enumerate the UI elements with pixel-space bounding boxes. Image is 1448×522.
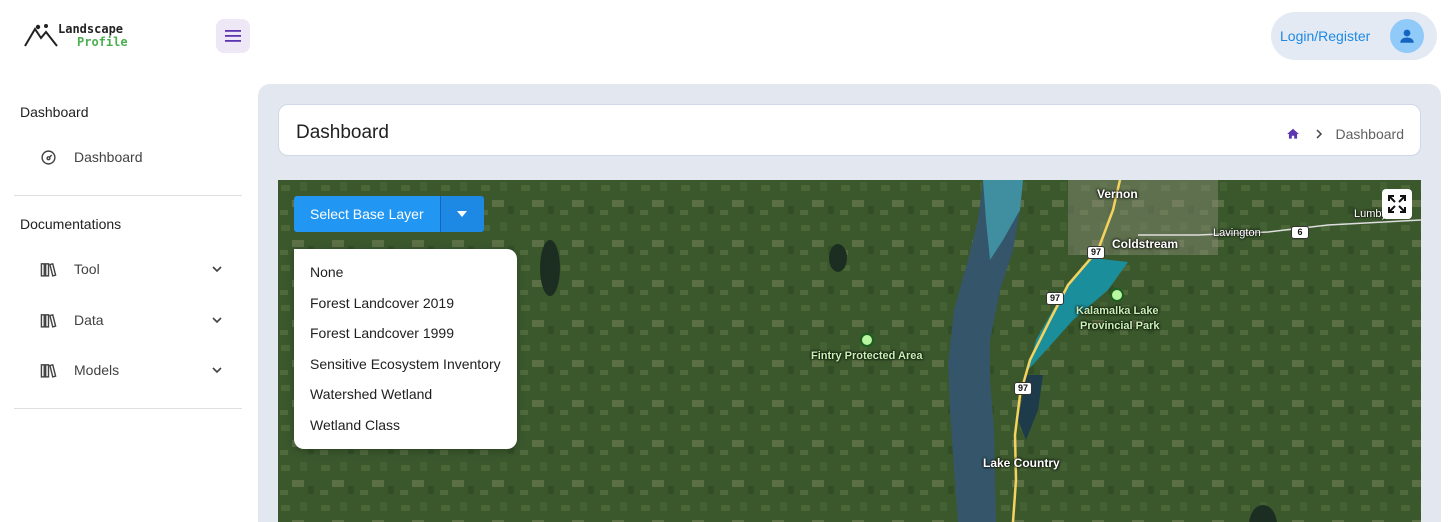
- park-marker-icon[interactable]: [1110, 288, 1124, 302]
- library-books-icon: [40, 262, 57, 277]
- sidebar-toggle-button[interactable]: [216, 19, 250, 53]
- chevron-down-icon: [212, 317, 222, 324]
- library-books-icon: [40, 313, 57, 328]
- map-label-provincial-park: Provincial Park: [1080, 320, 1160, 332]
- breadcrumb-current: Dashboard: [1335, 126, 1405, 142]
- base-layer-option-watershed-wetland[interactable]: Watershed Wetland: [294, 379, 517, 410]
- base-layer-option-wetland-class[interactable]: Wetland Class: [294, 410, 517, 441]
- base-layer-dropdown-menu: None Forest Landcover 2019 Forest Landco…: [294, 249, 517, 449]
- sidebar-item-dashboard[interactable]: Dashboard: [14, 137, 242, 177]
- expand-icon: [1388, 195, 1406, 213]
- sidebar-divider: [14, 408, 242, 409]
- highway-shield: 97: [1046, 292, 1064, 305]
- base-layer-option-sensitive-ecosystem-inventory[interactable]: Sensitive Ecosystem Inventory: [294, 349, 517, 380]
- sidebar-item-label: Data: [74, 312, 104, 328]
- sidebar-item-label: Dashboard: [74, 149, 143, 165]
- library-books-icon: [40, 363, 57, 378]
- highway-shield: 97: [1014, 382, 1032, 395]
- logo-text-profile: Profile: [77, 35, 128, 49]
- fullscreen-button[interactable]: [1382, 189, 1412, 219]
- sidebar-item-label: Tool: [74, 261, 100, 277]
- login-register-button[interactable]: Login/Register: [1271, 12, 1437, 60]
- avatar[interactable]: [1390, 19, 1424, 53]
- base-layer-split-button: Select Base Layer None Forest Landcover …: [294, 196, 517, 449]
- highway-shield: 6: [1291, 226, 1309, 239]
- caret-down-icon: [457, 211, 468, 217]
- page-header-card: Dashboard Dashboard: [278, 104, 1421, 156]
- chevron-down-icon: [212, 367, 222, 374]
- base-layer-option-forest-landcover-2019[interactable]: Forest Landcover 2019: [294, 288, 517, 319]
- home-icon[interactable]: [1286, 127, 1300, 141]
- base-layer-option-forest-landcover-1999[interactable]: Forest Landcover 1999: [294, 318, 517, 349]
- highway-shield: 97: [1087, 246, 1105, 259]
- sidebar-item-models[interactable]: Models: [14, 350, 242, 390]
- top-bar: Landscape Profile Login/Register: [0, 0, 1448, 76]
- sidebar-section-documentations: Documentations: [20, 216, 122, 232]
- mountain-logo-icon: [24, 24, 58, 47]
- map-label-kalamalka-lake: Kalamalka Lake: [1076, 305, 1159, 317]
- map-label-fintry-protected-area: Fintry Protected Area: [811, 350, 923, 362]
- user-icon: [1400, 29, 1414, 43]
- map-label-coldstream: Coldstream: [1112, 237, 1179, 251]
- sidebar-item-tool[interactable]: Tool: [14, 249, 242, 289]
- hamburger-menu-icon: [225, 30, 241, 42]
- map-view[interactable]: Vernon Coldstream Lavington Lumby Kalama…: [278, 180, 1421, 522]
- map-label-vernon: Vernon: [1097, 187, 1138, 201]
- login-register-label: Login/Register: [1280, 28, 1371, 44]
- sidebar-item-label: Models: [74, 362, 120, 378]
- sidebar-divider: [14, 195, 242, 196]
- breadcrumb: Dashboard: [1286, 125, 1405, 143]
- map-label-lavington: Lavington: [1213, 227, 1261, 239]
- park-marker-icon[interactable]: [860, 333, 874, 347]
- logo-text-landscape: Landscape: [58, 22, 124, 36]
- sidebar: Dashboard Dashboard Documentations Tool …: [0, 76, 258, 522]
- page-title: Dashboard: [296, 122, 389, 143]
- app-logo[interactable]: Landscape Profile: [24, 20, 144, 52]
- dashboard-gauge-icon: [41, 150, 56, 165]
- sidebar-item-data[interactable]: Data: [14, 300, 242, 340]
- base-layer-dropdown-toggle[interactable]: [439, 196, 484, 232]
- chevron-down-icon: [212, 266, 222, 273]
- sidebar-section-dashboard: Dashboard: [20, 104, 89, 120]
- chevron-right-icon: [1315, 129, 1322, 139]
- base-layer-option-none[interactable]: None: [294, 257, 517, 288]
- select-base-layer-button[interactable]: Select Base Layer: [294, 196, 440, 232]
- breadcrumb-separator: [1315, 129, 1323, 139]
- map-label-lake-country: Lake Country: [983, 456, 1060, 470]
